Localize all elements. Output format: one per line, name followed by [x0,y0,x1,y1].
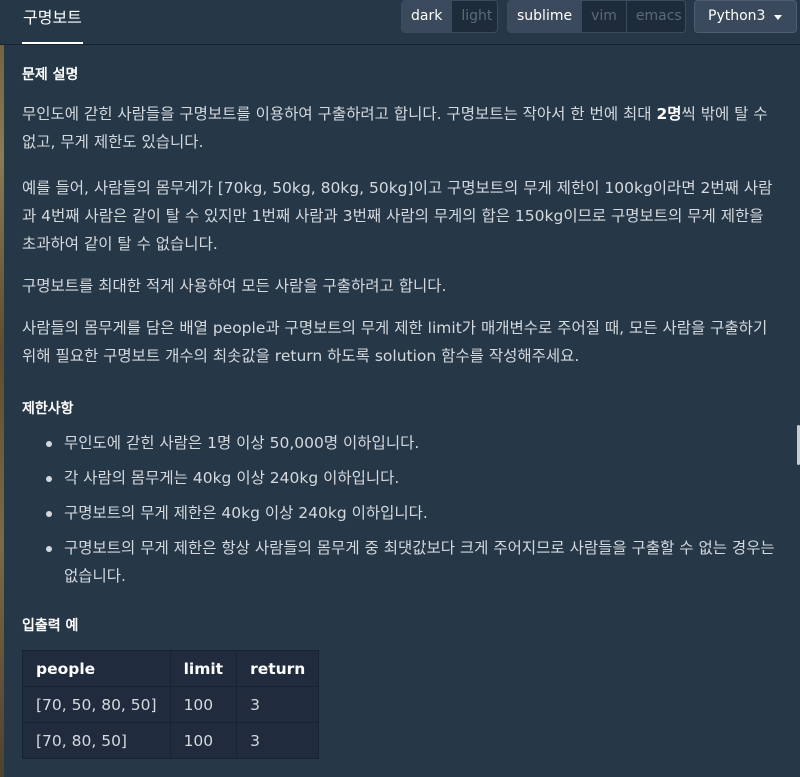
caret-down-icon [774,15,782,20]
tab-problem-title[interactable]: 구명보트 [22,0,83,44]
constraint-item: 각 사람의 몸무게는 40kg 이상 240kg 이하입니다. [22,464,782,492]
bullet-icon [46,441,52,447]
cell-limit: 100 [169,686,238,723]
column-header-return: return [236,650,320,687]
constraint-item: 무인도에 갇힌 사람은 1명 이상 50,000명 이하입니다. [22,429,782,457]
background-edge [0,0,4,777]
max-people-emphasis: 2명 [656,105,682,123]
cell-return: 3 [236,722,320,759]
theme-light-button[interactable]: light [452,1,497,32]
cell-return: 3 [236,686,320,723]
problem-header: 구명보트 dark light sublime vim emacs Python… [0,0,800,45]
constraint-item: 구명보트의 무게 제한은 40kg 이상 240kg 이하입니다. [22,499,782,527]
problem-page: 구명보트 dark light sublime vim emacs Python… [0,0,800,777]
examples-table: people limit return [70, 50, 80, 50] 100… [22,650,320,759]
keymap-sublime-button[interactable]: sublime [508,1,583,32]
table-row: [70, 50, 80, 50] 100 3 [22,686,320,723]
cell-people: [70, 80, 50] [22,722,171,759]
bullet-icon [46,476,52,482]
theme-toggle: dark light [401,0,498,33]
column-header-people: people [22,650,171,687]
description-heading: 문제 설명 [22,67,79,83]
table-row: [70, 80, 50] 100 3 [22,722,320,759]
keymap-emacs-button[interactable]: emacs [627,1,685,32]
description-paragraph-2: 예를 들어, 사람들의 몸무게가 [70kg, 50kg, 80kg, 50kg… [22,179,773,253]
examples-heading: 입출력 예 [22,618,79,634]
constraints-heading: 제한사항 [22,401,74,417]
bullet-icon [46,511,52,517]
cell-limit: 100 [169,722,238,759]
description-paragraph-3: 구명보트를 최대한 적게 사용하여 모든 사람을 구출하려고 합니다. [22,277,447,295]
table-header-row: people limit return [22,650,320,687]
keymap-toggle: sublime vim emacs [507,0,686,33]
theme-dark-button[interactable]: dark [402,1,453,32]
cell-people: [70, 50, 80, 50] [22,686,171,723]
language-dropdown[interactable]: Python3 [694,0,797,33]
language-selected-label: Python3 [708,8,766,24]
bullet-icon [46,546,52,552]
column-header-limit: limit [169,650,238,687]
constraints-list: 무인도에 갇힌 사람은 1명 이상 50,000명 이하입니다. 각 사람의 몸… [22,429,782,597]
constraint-item: 구명보트의 무게 제한은 항상 사람들의 몸무게 중 최댓값보다 크게 주어지므… [22,534,782,590]
description-paragraph-1: 무인도에 갇힌 사람들을 구명보트를 이용하여 구출하려고 합니다. 구명보트는… [22,105,768,151]
description-paragraph-4: 사람들의 몸무게를 담은 배열 people과 구명보트의 무게 제한 limi… [22,319,768,365]
keymap-vim-button[interactable]: vim [582,1,627,32]
